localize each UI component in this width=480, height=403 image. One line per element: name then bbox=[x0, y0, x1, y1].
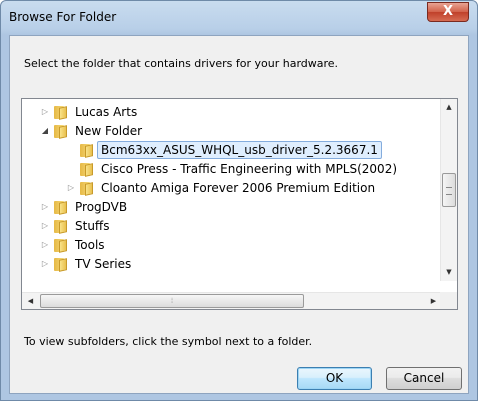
tree-item-cloanto-amiga[interactable]: ▷ Cloanto Amiga Forever 2006 Premium Edi… bbox=[66, 179, 375, 197]
vertical-scroll-thumb[interactable] bbox=[442, 173, 456, 207]
hint-text: To view subfolders, click the symbol nex… bbox=[24, 335, 313, 348]
expand-arrow-icon[interactable]: ▷ bbox=[40, 107, 50, 117]
folder-icon bbox=[54, 257, 70, 272]
expand-arrow-icon[interactable]: ▷ bbox=[40, 221, 50, 231]
scroll-left-icon[interactable]: ◀ bbox=[22, 293, 39, 309]
tree-item-tv-series[interactable]: ▷ TV Series bbox=[40, 255, 131, 273]
grip-icon bbox=[446, 187, 452, 195]
tree-item-label: Cisco Press - Traffic Engineering with M… bbox=[101, 162, 398, 176]
tree-item-progdvb[interactable]: ▷ ProgDVB bbox=[40, 198, 127, 216]
tree-item-label: Lucas Arts bbox=[75, 105, 138, 119]
tree-item-new-folder[interactable]: ◢ New Folder bbox=[40, 122, 142, 140]
instruction-text: Select the folder that contains drivers … bbox=[24, 57, 339, 70]
close-icon: X bbox=[442, 4, 454, 19]
browse-for-folder-dialog: Browse For Folder X Select the folder th… bbox=[0, 0, 478, 401]
folder-icon bbox=[80, 162, 96, 177]
folder-tree-items: ▷ Lucas Arts ◢ New Folder Bcm63xx_ASUS_W… bbox=[22, 99, 442, 281]
tree-item-label: Cloanto Amiga Forever 2006 Premium Editi… bbox=[101, 181, 376, 195]
tree-item-lucas-arts[interactable]: ▷ Lucas Arts bbox=[40, 103, 137, 121]
tree-item-label: ProgDVB bbox=[75, 200, 128, 214]
tree-item-label: Bcm63xx_ASUS_WHQL_usb_driver_5.2.3667.1 bbox=[97, 141, 382, 159]
title-bar[interactable]: Browse For Folder X bbox=[1, 1, 477, 35]
grip-icon: ⦙ bbox=[171, 297, 173, 305]
folder-icon bbox=[54, 124, 70, 139]
horizontal-scrollbar[interactable]: ◀ ⦙ ▶ bbox=[22, 292, 442, 309]
tree-item-tools[interactable]: ▷ Tools bbox=[40, 236, 105, 254]
expander-placeholder bbox=[66, 164, 76, 174]
folder-icon bbox=[54, 219, 70, 234]
folder-icon bbox=[54, 105, 70, 120]
vertical-scrollbar[interactable]: ▲ ▼ bbox=[440, 99, 457, 281]
folder-icon bbox=[54, 200, 70, 215]
expand-arrow-icon[interactable]: ▷ bbox=[40, 259, 50, 269]
dialog-client-area: Select the folder that contains drivers … bbox=[9, 35, 469, 394]
expand-arrow-icon[interactable]: ▷ bbox=[40, 202, 50, 212]
expand-arrow-icon[interactable]: ▷ bbox=[66, 183, 76, 193]
collapse-arrow-icon[interactable]: ◢ bbox=[40, 126, 50, 136]
scroll-up-icon[interactable]: ▲ bbox=[441, 99, 457, 116]
tree-item-stuffs[interactable]: ▷ Stuffs bbox=[40, 217, 109, 235]
horizontal-scroll-thumb[interactable]: ⦙ bbox=[40, 294, 304, 308]
tree-item-label: TV Series bbox=[75, 257, 132, 271]
expander-placeholder bbox=[66, 145, 76, 155]
expand-arrow-icon[interactable]: ▷ bbox=[40, 240, 50, 250]
scroll-down-icon[interactable]: ▼ bbox=[441, 264, 457, 281]
scrollbar-corner bbox=[440, 292, 457, 309]
folder-icon bbox=[80, 181, 96, 196]
ok-button[interactable]: OK bbox=[297, 367, 372, 390]
tree-item-label: Stuffs bbox=[75, 219, 110, 233]
cancel-button[interactable]: Cancel bbox=[386, 367, 462, 390]
tree-item-label: New Folder bbox=[75, 124, 143, 138]
folder-icon bbox=[54, 238, 70, 253]
tree-item-cisco-press[interactable]: Cisco Press - Traffic Engineering with M… bbox=[66, 160, 397, 178]
tree-item-label: Tools bbox=[75, 238, 105, 252]
close-button[interactable]: X bbox=[427, 2, 469, 22]
tree-item-bcm63xx-driver[interactable]: Bcm63xx_ASUS_WHQL_usb_driver_5.2.3667.1 bbox=[66, 141, 382, 159]
folder-icon bbox=[80, 143, 96, 158]
dialog-title: Browse For Folder bbox=[9, 10, 117, 24]
folder-tree-view[interactable]: ▷ Lucas Arts ◢ New Folder Bcm63xx_ASUS_W… bbox=[21, 98, 458, 310]
